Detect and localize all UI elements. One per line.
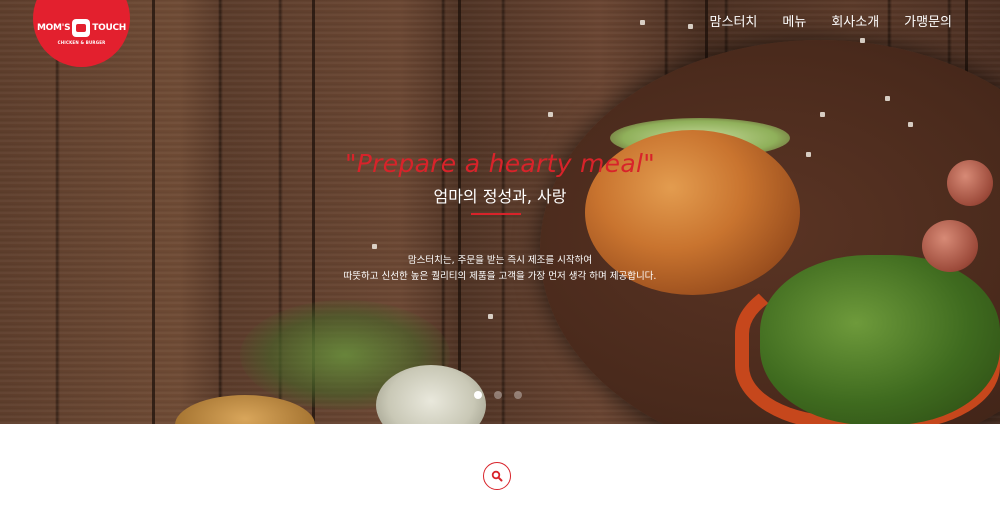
hero-banner: MOM'S TOUCH CHICKEN & BURGER 맘스터치 메뉴 회사소…	[0, 0, 1000, 424]
hero-description-line: 따뜻하고 신선한 높은 퀄리티의 제품을 고객을 가장 먼저 생각 하며 제공합…	[343, 271, 657, 282]
salt-crystal	[372, 244, 377, 249]
brand-name-left: MOM'S	[36, 23, 71, 33]
hero-tagline: "Prepare a hearty meal"	[344, 149, 656, 178]
nav-item-franchise[interactable]: 가맹문의	[904, 13, 952, 31]
brand-name-right: TOUCH	[92, 23, 127, 33]
brand-subline: CHICKEN & BURGER	[57, 40, 106, 45]
chef-badge-icon	[72, 19, 91, 37]
salt-crystal	[548, 112, 553, 117]
salt-crystal	[908, 122, 913, 127]
slider-pagination	[474, 391, 522, 399]
slider-dot-2[interactable]	[494, 391, 502, 399]
salt-crystal	[820, 112, 825, 117]
nav-item-menu[interactable]: 메뉴	[782, 13, 806, 31]
slider-dot-3[interactable]	[514, 391, 522, 399]
plank-seam	[458, 0, 461, 424]
nav-item-company[interactable]: 회사소개	[831, 13, 879, 31]
search-button[interactable]	[483, 462, 511, 490]
search-icon	[491, 470, 503, 482]
salt-crystal	[885, 96, 890, 101]
salt-crystal	[640, 20, 645, 25]
title-divider	[471, 213, 521, 215]
nav-item-brand[interactable]: 맘스터치	[710, 13, 758, 31]
main-nav: 맘스터치 메뉴 회사소개 가맹문의	[685, 13, 952, 31]
hero-description: 맘스터치는, 주문을 받는 즉시 제조를 시작하여 따뜻하고 신선한 높은 퀄리…	[0, 253, 1000, 285]
slider-dot-1[interactable]	[474, 391, 482, 399]
salt-crystal	[860, 38, 865, 43]
hero-subtitle: 엄마의 정성과, 사랑	[433, 187, 567, 206]
hero-description-line: 맘스터치는, 주문을 받는 즉시 제조를 시작하여	[407, 255, 593, 266]
salt-crystal	[488, 314, 493, 319]
plank-seam	[152, 0, 155, 424]
